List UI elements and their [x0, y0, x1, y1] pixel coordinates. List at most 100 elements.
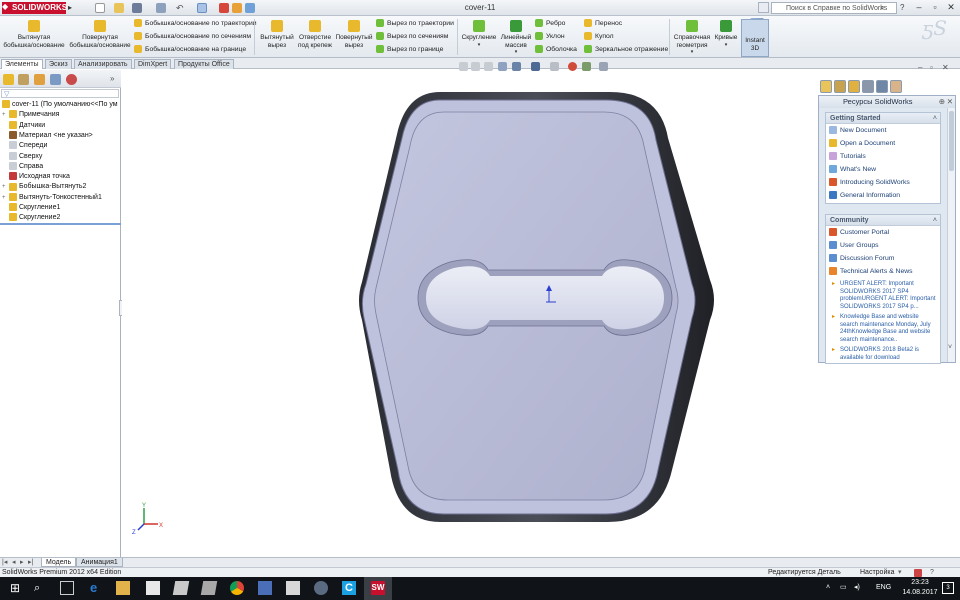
- clock-date[interactable]: 14.08.2017: [896, 589, 944, 596]
- resource-link[interactable]: Technical Alerts & News: [826, 265, 940, 278]
- tree-item[interactable]: Скругление2: [2, 213, 60, 223]
- tree-item[interactable]: Скругление1: [2, 203, 60, 213]
- swept-cut-button[interactable]: Вырез по траектории: [376, 19, 454, 28]
- feature-filter-input[interactable]: ▽: [1, 89, 119, 98]
- configuration-manager-icon[interactable]: [34, 74, 45, 85]
- task-view-icon[interactable]: [60, 581, 74, 595]
- zoom-area-icon[interactable]: [471, 62, 480, 71]
- options-icon[interactable]: [245, 3, 255, 13]
- collapse-icon[interactable]: ˄: [933, 113, 937, 124]
- tab-custom-properties-icon[interactable]: [890, 80, 902, 93]
- expand-icon[interactable]: +: [2, 193, 9, 203]
- help-search-input[interactable]: Поиск в Справке по SolidWorks: [771, 2, 897, 14]
- keyboard-language[interactable]: ENG: [876, 584, 891, 591]
- undo-icon[interactable]: ↶: [176, 3, 186, 13]
- tree-item[interactable]: Материал <не указан>: [2, 131, 93, 141]
- news-item-link[interactable]: Knowledge Base and website search mainte…: [826, 314, 940, 344]
- expand-panel-icon[interactable]: »: [110, 74, 114, 83]
- edge-browser-icon[interactable]: e: [90, 581, 104, 595]
- expand-icon[interactable]: +: [2, 182, 9, 192]
- search-icon[interactable]: ⌕: [34, 581, 48, 595]
- calculator-icon[interactable]: [286, 581, 300, 595]
- extruded-boss-button[interactable]: Вытянутая бобышка/основание: [3, 18, 65, 49]
- wrap-button[interactable]: Перенос: [584, 19, 668, 28]
- display-manager-icon[interactable]: [66, 74, 77, 85]
- solidworks-taskbar-button[interactable]: SW: [364, 577, 392, 600]
- save-icon[interactable]: [132, 3, 142, 13]
- pattern-dropdown-icon[interactable]: ▾: [499, 49, 533, 57]
- tab-file-explorer-icon[interactable]: [848, 80, 860, 93]
- volume-icon[interactable]: ◂): [854, 583, 860, 591]
- boundary-boss-button[interactable]: Бобышка/основание на границе: [134, 45, 257, 54]
- hide-show-items-icon[interactable]: [550, 62, 559, 71]
- view-orientation-icon[interactable]: [512, 62, 521, 71]
- lofted-cut-button[interactable]: Вырез по сечениям: [376, 32, 454, 41]
- resource-link[interactable]: Tutorials: [826, 150, 940, 163]
- viewport-restore-button[interactable]: ▫: [930, 63, 933, 72]
- resource-link[interactable]: Open a Document: [826, 137, 940, 150]
- task-pane-close-icon[interactable]: ✕: [947, 96, 953, 108]
- rib-button[interactable]: Ребро: [535, 19, 577, 28]
- network-icon[interactable]: ▭: [840, 583, 847, 591]
- resource-link[interactable]: New Document: [826, 124, 940, 137]
- tree-item[interactable]: + Примечания: [2, 110, 59, 120]
- previous-view-icon[interactable]: [484, 62, 493, 71]
- news-item-link[interactable]: URGENT ALERT: Important SOLIDWORKS 2017 …: [826, 281, 940, 311]
- tab-scroll-next-icon[interactable]: ▸: [20, 558, 24, 566]
- tree-item[interactable]: cover-11 (По умолчанию<<По ум: [2, 100, 118, 110]
- app-c-icon[interactable]: C: [342, 581, 356, 595]
- tab-animation[interactable]: Анимация1: [76, 558, 123, 567]
- section-view-icon[interactable]: [498, 62, 507, 71]
- boundary-cut-button[interactable]: Вырез по границе: [376, 45, 454, 54]
- tab-model[interactable]: Модель: [41, 558, 77, 567]
- graphics-area[interactable]: Y X Z: [122, 70, 818, 557]
- search-icon[interactable]: ⌕: [880, 3, 884, 13]
- close-button[interactable]: ✕: [942, 1, 960, 14]
- tree-item[interactable]: + Бобышка-Вытянуть2: [2, 182, 86, 192]
- news-item-link[interactable]: SOLIDWORKS 2018 Beta2 is available for d…: [826, 347, 940, 362]
- swept-boss-button[interactable]: Бобышка/основание по траектории: [134, 19, 257, 28]
- apply-scene-icon[interactable]: [582, 62, 591, 71]
- rebuild-status-icon[interactable]: [914, 569, 922, 577]
- select-icon[interactable]: [197, 3, 207, 13]
- view-settings-icon[interactable]: [599, 62, 608, 71]
- reference-geometry-button[interactable]: Справочная геометрия ▾: [671, 18, 713, 57]
- scroll-down-icon[interactable]: ˅: [948, 344, 952, 351]
- tray-expand-icon[interactable]: ˄: [826, 584, 830, 591]
- curves-dropdown-icon[interactable]: ▾: [712, 42, 740, 50]
- viewport-close-button[interactable]: ✕: [942, 63, 949, 72]
- app-icon[interactable]: [200, 581, 218, 595]
- property-manager-icon[interactable]: [18, 74, 29, 85]
- resource-link[interactable]: Introducing SolidWorks: [826, 176, 940, 189]
- tree-item[interactable]: + Вытянуть-Тонкостенный1: [2, 192, 102, 203]
- tab-view-palette-icon[interactable]: [862, 80, 874, 93]
- tab-scroll-first-icon[interactable]: |◂: [2, 558, 7, 566]
- linear-pattern-button[interactable]: Линейный массив ▾: [499, 18, 533, 57]
- curves-button[interactable]: Кривые ▾: [712, 18, 740, 49]
- tree-item[interactable]: Спереди: [2, 141, 47, 151]
- fillet-dropdown-icon[interactable]: ▾: [459, 42, 499, 50]
- tree-item[interactable]: Сверху: [2, 151, 42, 162]
- tab-scroll-last-icon[interactable]: ▸|: [28, 558, 33, 566]
- tab-evaluate[interactable]: Анализировать: [74, 59, 132, 69]
- new-document-icon[interactable]: [95, 3, 105, 13]
- fillet-button[interactable]: Скругление ▾: [459, 18, 499, 49]
- shell-button[interactable]: Оболочка: [535, 45, 577, 54]
- resource-link[interactable]: General Information: [826, 189, 940, 202]
- dome-button[interactable]: Купол: [584, 32, 668, 41]
- file-explorer-icon[interactable]: [116, 581, 130, 595]
- instant3d-button[interactable]: Instant 3D: [741, 19, 769, 57]
- reference-dropdown-icon[interactable]: ▾: [671, 49, 713, 57]
- task-pane-scrollbar[interactable]: ˅: [947, 108, 955, 362]
- expand-icon[interactable]: +: [2, 110, 9, 120]
- windows-start-icon[interactable]: ⊞: [10, 581, 24, 595]
- menu-arrow-icon[interactable]: ▸: [68, 3, 72, 12]
- model-view[interactable]: Y X Z: [122, 70, 818, 557]
- tab-appearances-icon[interactable]: [876, 80, 888, 93]
- rebuild-icon[interactable]: [219, 3, 229, 13]
- tab-sketch[interactable]: Эскиз: [45, 59, 72, 69]
- tab-design-library-icon[interactable]: [834, 80, 846, 93]
- tab-features[interactable]: Элементы: [1, 59, 43, 69]
- panel-divider[interactable]: [0, 223, 121, 225]
- viewport-minimize-button[interactable]: –: [918, 63, 922, 72]
